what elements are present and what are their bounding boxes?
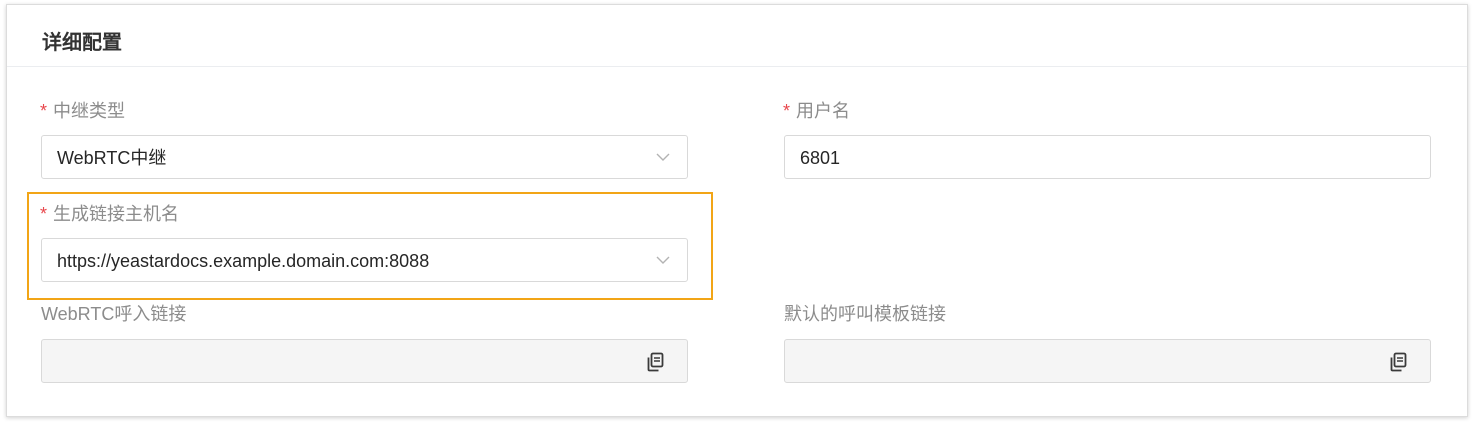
link-hostname-selected-value: https://yeastardocs.example.domain.com:8… — [57, 251, 430, 271]
username-label-text: 用户名 — [796, 101, 851, 121]
username-input[interactable]: 6801 — [784, 135, 1431, 179]
trunk-type-label: * 中继类型 — [40, 100, 125, 122]
username-value: 6801 — [800, 148, 841, 168]
required-mark: * — [783, 101, 791, 121]
link-hostname-label: * 生成链接主机名 — [40, 203, 179, 225]
section-title: 详细配置 — [42, 32, 122, 54]
chevron-down-icon — [656, 153, 670, 161]
copy-icon[interactable] — [1388, 351, 1410, 373]
default-call-template-link-field — [784, 339, 1431, 383]
trunk-type-label-text: 中继类型 — [53, 101, 126, 121]
link-hostname-label-text: 生成链接主机名 — [53, 204, 180, 224]
required-mark: * — [40, 101, 48, 121]
link-hostname-select[interactable]: https://yeastardocs.example.domain.com:8… — [41, 238, 688, 282]
chevron-down-icon — [656, 256, 670, 264]
trunk-type-selected-value: WebRTC中继 — [57, 148, 167, 168]
webrtc-inbound-link-label: WebRTC呼入链接 — [41, 304, 187, 324]
copy-icon[interactable] — [645, 351, 667, 373]
webrtc-inbound-link-field — [41, 339, 688, 383]
card-header: 详细配置 — [7, 5, 1467, 67]
detail-config-card: 详细配置 * 中继类型 WebRTC中继 * 用户名 6801 * 生成链接主机名 h… — [6, 4, 1468, 417]
username-label: * 用户名 — [783, 100, 850, 122]
default-call-template-link-label: 默认的呼叫模板链接 — [784, 304, 946, 324]
trunk-type-select[interactable]: WebRTC中继 — [41, 135, 688, 179]
required-mark: * — [40, 204, 48, 224]
